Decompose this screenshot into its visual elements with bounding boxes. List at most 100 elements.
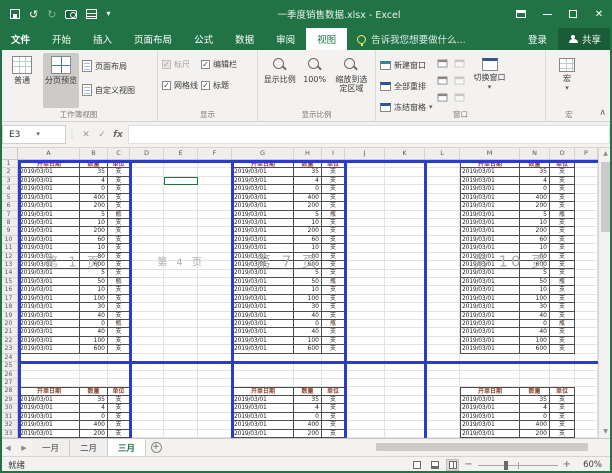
table-cell[interactable]: 支 bbox=[322, 421, 345, 430]
column-header-L[interactable]: L bbox=[425, 148, 460, 159]
table-cell[interactable]: 2019/03/01 bbox=[18, 395, 80, 405]
sheet-nav-right-icon[interactable]: ▶ bbox=[16, 439, 32, 456]
table-cell[interactable]: 2019/03/01 bbox=[460, 210, 520, 219]
column-header-A[interactable]: A bbox=[18, 148, 80, 159]
table-cell[interactable]: 400 bbox=[80, 193, 108, 203]
table-cell[interactable]: 支 bbox=[550, 261, 575, 270]
sheet-tab-三月[interactable]: 三月 bbox=[108, 439, 147, 456]
table-cell[interactable]: 100 bbox=[80, 294, 108, 304]
table-cell[interactable]: 2019/03/01 bbox=[18, 235, 80, 245]
table-cell[interactable]: 支 bbox=[108, 252, 130, 262]
table-cell[interactable]: 2019/03/01 bbox=[232, 235, 294, 245]
row-header-20[interactable]: 20 bbox=[0, 320, 17, 329]
row-header-9[interactable]: 9 bbox=[0, 227, 17, 236]
qat-more-icon[interactable]: ▾ bbox=[106, 10, 110, 18]
table-cell[interactable]: 支 bbox=[550, 311, 575, 321]
column-header-I[interactable]: I bbox=[322, 148, 345, 159]
table-cell[interactable]: 2019/03/01 bbox=[18, 421, 80, 430]
table-cell[interactable]: 支 bbox=[322, 345, 345, 354]
table-cell[interactable]: 支 bbox=[322, 429, 345, 438]
table-cell[interactable]: 支 bbox=[550, 421, 575, 430]
table-cell[interactable]: 支 bbox=[108, 227, 130, 236]
table-cell[interactable]: 10 bbox=[294, 286, 322, 295]
table-cell[interactable]: 支 bbox=[550, 193, 575, 203]
zoom-button[interactable]: 显示比例 bbox=[262, 53, 298, 108]
row-header-1[interactable]: 1 bbox=[0, 160, 17, 169]
select-all-corner[interactable] bbox=[0, 148, 18, 159]
horizontal-scroll-thumb[interactable] bbox=[376, 443, 588, 451]
table-cell[interactable]: 支 bbox=[550, 269, 575, 278]
table-cell[interactable]: 2019/03/01 bbox=[18, 345, 80, 354]
row-header-6[interactable]: 6 bbox=[0, 202, 17, 211]
table-cell[interactable]: 支 bbox=[550, 168, 575, 177]
table-cell[interactable]: 支 bbox=[108, 328, 130, 337]
table-cell[interactable]: 2019/03/01 bbox=[232, 421, 294, 430]
table-cell[interactable]: 2019/03/01 bbox=[232, 311, 294, 321]
table-cell[interactable]: 4 bbox=[80, 176, 108, 186]
column-header-H[interactable]: H bbox=[294, 148, 322, 159]
table-header-cell[interactable]: 数量 bbox=[520, 387, 550, 396]
table-cell[interactable]: 支 bbox=[550, 185, 575, 194]
table-cell[interactable]: 0 bbox=[520, 412, 550, 422]
table-cell[interactable]: 2019/03/01 bbox=[232, 294, 294, 304]
table-cell[interactable]: 35 bbox=[520, 395, 550, 405]
table-cell[interactable]: 2019/03/01 bbox=[18, 227, 80, 236]
table-cell[interactable]: 2019/03/01 bbox=[18, 218, 80, 228]
maximize-button[interactable] bbox=[560, 0, 586, 28]
sheet-nav-left-icon[interactable]: ◀ bbox=[0, 439, 16, 456]
table-cell[interactable]: 支 bbox=[550, 336, 575, 346]
table-cell[interactable]: 2019/03/01 bbox=[232, 412, 294, 422]
table-cell[interactable]: 2019/03/01 bbox=[18, 176, 80, 186]
tab-3[interactable]: 页面布局 bbox=[123, 28, 183, 50]
table-cell[interactable]: 2019/03/01 bbox=[18, 277, 80, 287]
row-header-3[interactable]: 3 bbox=[0, 177, 17, 186]
column-header-J[interactable]: J bbox=[345, 148, 385, 159]
sheet-tab-二月[interactable]: 二月 bbox=[70, 439, 109, 456]
zoom-to-selection-button[interactable]: 缩放到选定区域 bbox=[332, 53, 371, 108]
table-cell[interactable]: 支 bbox=[550, 303, 575, 312]
table-cell[interactable]: 2019/03/01 bbox=[460, 345, 520, 354]
table-cell[interactable]: 支 bbox=[108, 261, 130, 270]
column-header-C[interactable]: C bbox=[108, 148, 130, 159]
table-cell[interactable]: 2019/03/01 bbox=[232, 277, 294, 287]
table-cell[interactable]: 100 bbox=[294, 294, 322, 304]
table-cell[interactable]: 200 bbox=[80, 227, 108, 236]
table-cell[interactable]: 2019/03/01 bbox=[460, 421, 520, 430]
table-cell[interactable]: 10 bbox=[80, 218, 108, 228]
table-cell[interactable]: 支 bbox=[108, 345, 130, 354]
row-header-18[interactable]: 18 bbox=[0, 303, 17, 312]
table-cell[interactable]: 支 bbox=[108, 412, 130, 422]
row-header-10[interactable]: 10 bbox=[0, 236, 17, 245]
table-header-cell[interactable]: 单位 bbox=[322, 387, 345, 396]
table-cell[interactable]: 2019/03/01 bbox=[18, 412, 80, 422]
close-button[interactable]: ✕ bbox=[586, 0, 612, 28]
table-header-cell[interactable]: 单位 bbox=[108, 387, 130, 396]
table-cell[interactable]: 支 bbox=[108, 421, 130, 430]
table-cell[interactable]: 40 bbox=[520, 328, 550, 337]
page-break-statusbar-button[interactable] bbox=[446, 459, 460, 471]
custom-views-button[interactable]: 自定义视图 bbox=[82, 81, 135, 99]
table-cell[interactable]: 10 bbox=[520, 218, 550, 228]
table-cell[interactable]: 200 bbox=[294, 429, 322, 438]
table-cell[interactable]: 支 bbox=[550, 218, 575, 228]
table-cell[interactable]: 2019/03/01 bbox=[232, 404, 294, 413]
table-cell[interactable]: 2019/03/01 bbox=[460, 395, 520, 405]
table-cell[interactable]: 支 bbox=[322, 404, 345, 413]
table-cell[interactable]: 瓶 bbox=[550, 277, 575, 287]
row-header-25[interactable]: 25 bbox=[0, 362, 17, 371]
table-cell[interactable]: 支 bbox=[108, 168, 130, 177]
table-cell[interactable]: 0 bbox=[80, 185, 108, 194]
table-cell[interactable]: 2019/03/01 bbox=[232, 185, 294, 194]
table-cell[interactable]: 支 bbox=[550, 395, 575, 405]
tab-7[interactable]: 视图 bbox=[306, 28, 348, 50]
share-button[interactable]: 共享 bbox=[557, 28, 612, 50]
table-cell[interactable]: 600 bbox=[294, 345, 322, 354]
table-cell[interactable]: 支 bbox=[550, 286, 575, 295]
table-cell[interactable]: 30 bbox=[80, 303, 108, 312]
table-cell[interactable]: 支 bbox=[550, 328, 575, 337]
row-header-4[interactable]: 4 bbox=[0, 185, 17, 194]
table-cell[interactable]: 瓶 bbox=[108, 210, 130, 219]
row-header-30[interactable]: 30 bbox=[0, 404, 17, 413]
table-cell[interactable]: 40 bbox=[80, 311, 108, 321]
save-icon[interactable] bbox=[10, 9, 20, 19]
